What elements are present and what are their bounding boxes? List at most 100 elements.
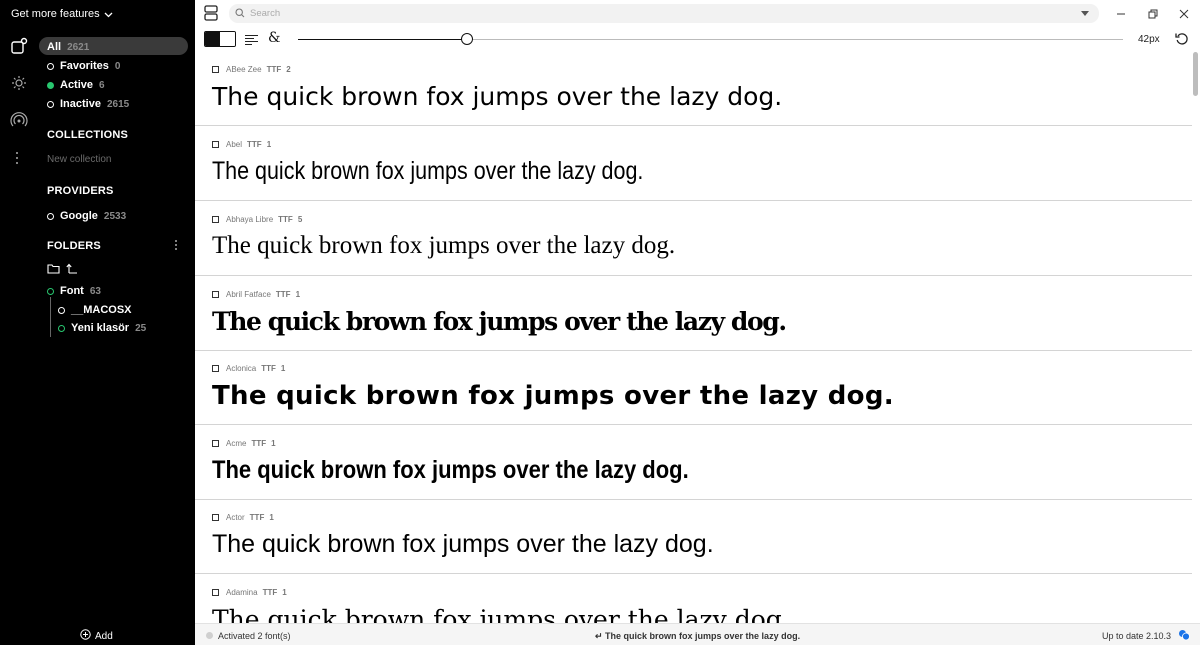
font-count: 1 bbox=[280, 364, 286, 373]
providers-heading: PROVIDERS bbox=[47, 185, 114, 197]
font-row-aclonica[interactable]: Aclonica TTF 1 The quick brown fox jumps… bbox=[195, 351, 1192, 425]
status-dot bbox=[47, 100, 54, 108]
tree-connector bbox=[50, 297, 51, 337]
font-count: 2 bbox=[286, 65, 291, 74]
sample-text-status[interactable]: ↵ The quick brown fox jumps over the laz… bbox=[595, 631, 800, 642]
close-button[interactable] bbox=[1176, 6, 1192, 22]
font-sample: The quick brown fox jumps over the lazy … bbox=[212, 605, 790, 623]
search-input[interactable] bbox=[250, 8, 1070, 19]
get-more-features-button[interactable]: Get more features bbox=[11, 8, 113, 20]
folder-icon[interactable] bbox=[47, 261, 60, 279]
glyph-ampersand-icon[interactable]: & bbox=[268, 30, 280, 46]
folder-item-yeni-klasor[interactable]: Yeni klasör 25 bbox=[58, 322, 146, 334]
font-name: Aclonica bbox=[226, 364, 257, 373]
activate-checkbox[interactable] bbox=[212, 216, 219, 223]
font-sample: The quick brown fox jumps over the lazy … bbox=[212, 530, 714, 558]
provider-count: 2533 bbox=[103, 210, 127, 222]
folder-item-macosx[interactable]: __MACOSX bbox=[58, 304, 132, 316]
filter-count: 2621 bbox=[67, 41, 90, 53]
activate-checkbox[interactable] bbox=[212, 514, 219, 521]
filter-label: Favorites bbox=[60, 60, 109, 72]
folder-count: 25 bbox=[135, 322, 147, 334]
folder-label: Yeni klasör bbox=[71, 322, 130, 334]
activate-checkbox[interactable] bbox=[212, 66, 219, 73]
font-size-slider-fill bbox=[298, 39, 467, 40]
font-count: 1 bbox=[266, 140, 272, 149]
font-format: TTF bbox=[275, 290, 291, 299]
font-list: ABee Zee TTF 2 The quick brown fox jumps… bbox=[195, 52, 1192, 623]
filter-count: 6 bbox=[99, 79, 105, 91]
search-bar[interactable] bbox=[229, 4, 1099, 23]
font-size-value: 42px bbox=[1138, 34, 1160, 45]
folder-item-font[interactable]: Font 63 bbox=[47, 285, 101, 297]
restore-button[interactable] bbox=[1145, 6, 1161, 22]
search-dropdown-icon[interactable] bbox=[1081, 9, 1089, 18]
font-format: TTF bbox=[278, 215, 293, 224]
main-panel: & 42px ABee Zee TTF 2 The quick brown fo… bbox=[195, 0, 1200, 645]
font-row-acme[interactable]: Acme TTF 1 The quick brown fox jumps ove… bbox=[195, 426, 1192, 500]
broadcast-icon[interactable] bbox=[10, 111, 28, 129]
font-name: ABee Zee bbox=[226, 65, 262, 74]
more-vertical-icon[interactable] bbox=[14, 151, 32, 169]
activate-checkbox[interactable] bbox=[212, 141, 219, 148]
activate-checkbox[interactable] bbox=[212, 589, 219, 596]
activate-checkbox[interactable] bbox=[212, 291, 219, 298]
folders-more-icon[interactable] bbox=[174, 239, 178, 254]
filter-count: 2615 bbox=[106, 98, 130, 110]
font-count: 5 bbox=[297, 215, 303, 224]
filter-label: All bbox=[47, 41, 62, 53]
promo-label: Get more features bbox=[11, 8, 100, 20]
font-row-actor[interactable]: Actor TTF 1 The quick brown fox jumps ov… bbox=[195, 500, 1192, 574]
font-row-adamina[interactable]: Adamina TTF 1 The quick brown fox jumps … bbox=[195, 575, 1192, 623]
provider-label: Google bbox=[60, 210, 98, 222]
filter-inactive[interactable]: Inactive 2615 bbox=[47, 98, 129, 110]
folders-heading: FOLDERS bbox=[47, 240, 101, 252]
font-format: TTF bbox=[261, 364, 276, 373]
settings-icon[interactable] bbox=[10, 74, 28, 92]
title-bar bbox=[195, 0, 1200, 28]
color-mode-toggle[interactable] bbox=[204, 31, 236, 47]
font-format: TTF bbox=[247, 140, 262, 149]
font-count: 1 bbox=[269, 513, 274, 522]
font-count: 1 bbox=[271, 439, 276, 448]
font-row-abel[interactable]: Abel TTF 1 The quick brown fox jumps ove… bbox=[195, 127, 1192, 201]
filter-favorites[interactable]: Favorites 0 bbox=[47, 60, 120, 72]
fonts-library-icon[interactable] bbox=[10, 37, 28, 55]
font-sample: The quick brown fox jumps over the lazy … bbox=[212, 456, 689, 484]
font-size-slider-thumb[interactable] bbox=[461, 33, 473, 45]
font-sample: The quick brown fox jumps over the lazy … bbox=[212, 307, 787, 336]
font-row-abril-fatface[interactable]: Abril Fatface TTF 1 The quick brown fox … bbox=[195, 277, 1192, 351]
filter-label: Active bbox=[60, 79, 94, 91]
font-row-abhaya-libre[interactable]: Abhaya Libre TTF 5 The quick brown fox j… bbox=[195, 202, 1192, 276]
font-name: Abel bbox=[226, 140, 243, 149]
activate-checkbox[interactable] bbox=[212, 440, 219, 447]
layout-toggle-icon[interactable] bbox=[204, 5, 218, 26]
text-align-icon[interactable] bbox=[245, 33, 258, 51]
font-name: Abhaya Libre bbox=[226, 215, 274, 224]
status-bar: Activated 2 font(s) ↵ The quick brown fo… bbox=[195, 623, 1200, 645]
activation-status: Activated 2 font(s) bbox=[218, 631, 291, 641]
provider-google[interactable]: Google 2533 bbox=[47, 210, 126, 222]
scrollbar[interactable] bbox=[1193, 52, 1198, 96]
status-dot bbox=[47, 287, 54, 295]
folder-count: 63 bbox=[89, 285, 101, 297]
font-row-abeezee[interactable]: ABee Zee TTF 2 The quick brown fox jumps… bbox=[195, 52, 1192, 126]
filter-all[interactable]: All 2621 bbox=[47, 41, 89, 53]
font-format: TTF bbox=[266, 65, 282, 74]
preview-toolbar: & 42px bbox=[195, 28, 1200, 52]
filter-active[interactable]: Active 6 bbox=[47, 79, 105, 91]
add-label: Add bbox=[95, 630, 113, 642]
activate-checkbox[interactable] bbox=[212, 365, 219, 372]
status-dot bbox=[47, 212, 54, 220]
sidebar: Get more features All 2621 Favorites 0 A… bbox=[0, 0, 195, 645]
chat-bubbles-icon[interactable] bbox=[1178, 629, 1190, 643]
minimize-button[interactable] bbox=[1113, 6, 1129, 22]
folder-up-icon[interactable] bbox=[66, 261, 78, 279]
font-count: 1 bbox=[282, 588, 287, 597]
new-collection-button[interactable]: New collection bbox=[47, 154, 111, 165]
font-sample: The quick brown fox jumps over the lazy … bbox=[212, 381, 894, 411]
status-indicator bbox=[206, 632, 213, 639]
add-button[interactable]: Add bbox=[80, 629, 113, 643]
reset-icon[interactable] bbox=[1175, 32, 1189, 51]
font-name: Actor bbox=[226, 513, 245, 522]
